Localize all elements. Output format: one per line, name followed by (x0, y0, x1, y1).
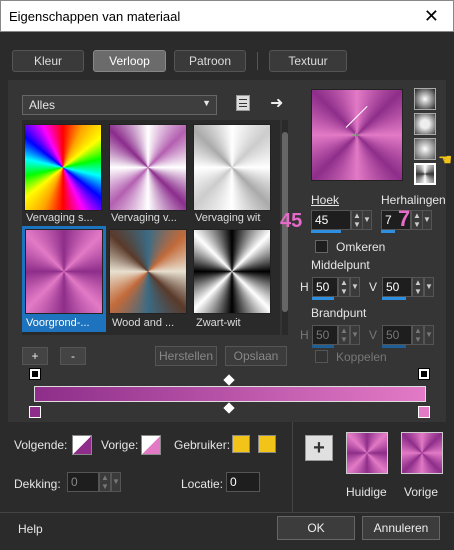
invert-label: Omkeren (336, 240, 386, 254)
window-title: Eigenschappen van materiaal (9, 9, 181, 24)
center-h-dropdown[interactable]: ▼ (350, 277, 360, 297)
radial-style-button[interactable] (414, 138, 436, 160)
center-v-spinner[interactable]: ▲ ▼ (412, 277, 424, 297)
category-value: Alles (29, 98, 56, 112)
repeats-slider-bar[interactable] (381, 230, 395, 233)
tab-verloop[interactable]: Verloop (93, 50, 166, 72)
link-checkbox[interactable] (315, 350, 328, 363)
linear-style-button[interactable] (414, 88, 436, 110)
chevron-down-icon: ▼ (202, 98, 211, 108)
remove-gradient-button[interactable]: - (60, 347, 86, 365)
close-icon[interactable]: ✕ (424, 6, 439, 27)
opacity-input[interactable]: 0 (67, 472, 99, 492)
next-label: Volgende: (14, 438, 68, 452)
top-right-stop[interactable] (418, 368, 430, 380)
center-v-dropdown[interactable]: ▼ (424, 277, 434, 297)
gallery-caption-4: Voorgrond-... (26, 317, 90, 329)
angle-slider-bar[interactable] (311, 230, 341, 233)
gallery-thumb-1[interactable] (24, 124, 102, 211)
focal-h-dropdown[interactable]: ▼ (350, 325, 360, 345)
center-handle[interactable]: + (352, 129, 359, 141)
center-h-input[interactable]: 50 (312, 277, 338, 297)
center-h-slider-bar[interactable] (312, 297, 334, 300)
focal-v-slider-bar[interactable] (382, 345, 406, 348)
bottom-divider (292, 422, 293, 512)
focal-label: Brandpunt (311, 306, 367, 320)
gallery-caption-3: Vervaging wit (195, 212, 261, 224)
user-color-swatch-2[interactable] (258, 435, 276, 453)
angle-dropdown[interactable]: ▼ (362, 210, 372, 230)
gallery-caption-1: Vervaging s... (26, 212, 93, 224)
gallery-thumb-6[interactable] (193, 229, 271, 314)
user-label: Gebruiker: (174, 438, 231, 452)
opacity-spinner[interactable]: ▲ ▼ (99, 472, 111, 492)
gallery-thumb-2[interactable] (109, 124, 187, 211)
next-color-swatch[interactable] (72, 435, 92, 455)
focal-h-label: H (300, 328, 309, 342)
pointer-hand-icon: ☚ (438, 152, 453, 169)
center-v-label: V (369, 280, 378, 294)
cancel-button[interactable]: Annuleren (362, 516, 440, 540)
repeats-label: Herhalingen (381, 193, 446, 207)
add-to-swatches-button[interactable]: + (305, 435, 333, 461)
help-button[interactable]: Help (18, 522, 43, 536)
add-gradient-button[interactable]: + (22, 347, 48, 365)
previous-material-swatch[interactable] (401, 432, 443, 474)
category-dropdown[interactable]: Alles ▼ (22, 95, 217, 115)
gallery-options-icon[interactable] (236, 95, 250, 111)
gallery-caption-2: Vervaging v... (111, 212, 177, 224)
gallery-thumb-4[interactable] (25, 229, 103, 314)
invert-checkbox[interactable] (315, 240, 328, 253)
center-v-input[interactable]: 50 (382, 277, 412, 297)
prev-label: Vorige: (101, 438, 139, 452)
title-bar: Eigenschappen van materiaal ✕ (0, 0, 454, 32)
angle-label: Hoek (311, 193, 340, 207)
reset-button[interactable]: Herstellen (155, 346, 217, 366)
location-label: Locatie: (181, 477, 224, 491)
angle-annotation: 45 (280, 210, 303, 232)
previous-label: Vorige (404, 485, 439, 499)
gallery-caption-6: Zwart-wit (196, 317, 241, 329)
prev-color-swatch[interactable] (141, 435, 161, 455)
opacity-label: Dekking: (14, 477, 61, 491)
focal-h-input[interactable]: 50 (312, 325, 338, 345)
tab-patroon[interactable]: Patroon (174, 50, 246, 72)
gradient-preview[interactable]: + (311, 89, 403, 181)
sunburst-style-button[interactable] (414, 163, 436, 185)
current-label: Huidige (346, 485, 387, 499)
opacity-dropdown[interactable]: ▼ (111, 472, 121, 492)
repeats-annotation: 7 (398, 206, 411, 231)
ok-button[interactable]: OK (277, 516, 355, 540)
focal-v-label: V (369, 328, 378, 342)
tab-textuur[interactable]: Textuur (269, 50, 347, 72)
gradient-bar[interactable] (34, 386, 426, 402)
center-h-label: H (300, 280, 309, 294)
gallery-caption-5: Wood and ... (112, 317, 175, 329)
focal-v-dropdown[interactable]: ▼ (424, 325, 434, 345)
top-left-stop[interactable] (29, 368, 41, 380)
gallery-thumb-3[interactable] (193, 124, 271, 211)
focal-v-spinner[interactable]: ▲ ▼ (412, 325, 424, 345)
repeats-dropdown[interactable]: ▼ (422, 210, 432, 230)
bottom-right-color-stop[interactable] (418, 406, 430, 418)
arrow-right-icon[interactable]: ➜ (270, 93, 283, 113)
link-label: Koppelen (336, 350, 387, 364)
rectangular-style-button[interactable] (414, 113, 436, 135)
bottom-left-color-stop[interactable] (29, 406, 41, 418)
user-color-swatch[interactable] (232, 435, 250, 453)
center-v-slider-bar[interactable] (382, 297, 406, 300)
focal-h-slider-bar[interactable] (312, 345, 334, 348)
location-input[interactable]: 0 (226, 472, 260, 492)
save-button[interactable]: Opslaan (225, 346, 287, 366)
focal-v-input[interactable]: 50 (382, 325, 412, 345)
center-h-spinner[interactable]: ▲ ▼ (338, 277, 350, 297)
angle-handle[interactable] (345, 105, 368, 128)
angle-input[interactable]: 45 (311, 210, 351, 230)
tab-kleur[interactable]: Kleur (12, 50, 84, 72)
gallery-thumb-5[interactable] (109, 229, 187, 314)
center-label: Middelpunt (311, 258, 370, 272)
current-material-swatch[interactable] (346, 432, 388, 474)
tab-divider (257, 52, 258, 70)
focal-h-spinner[interactable]: ▲ ▼ (338, 325, 350, 345)
